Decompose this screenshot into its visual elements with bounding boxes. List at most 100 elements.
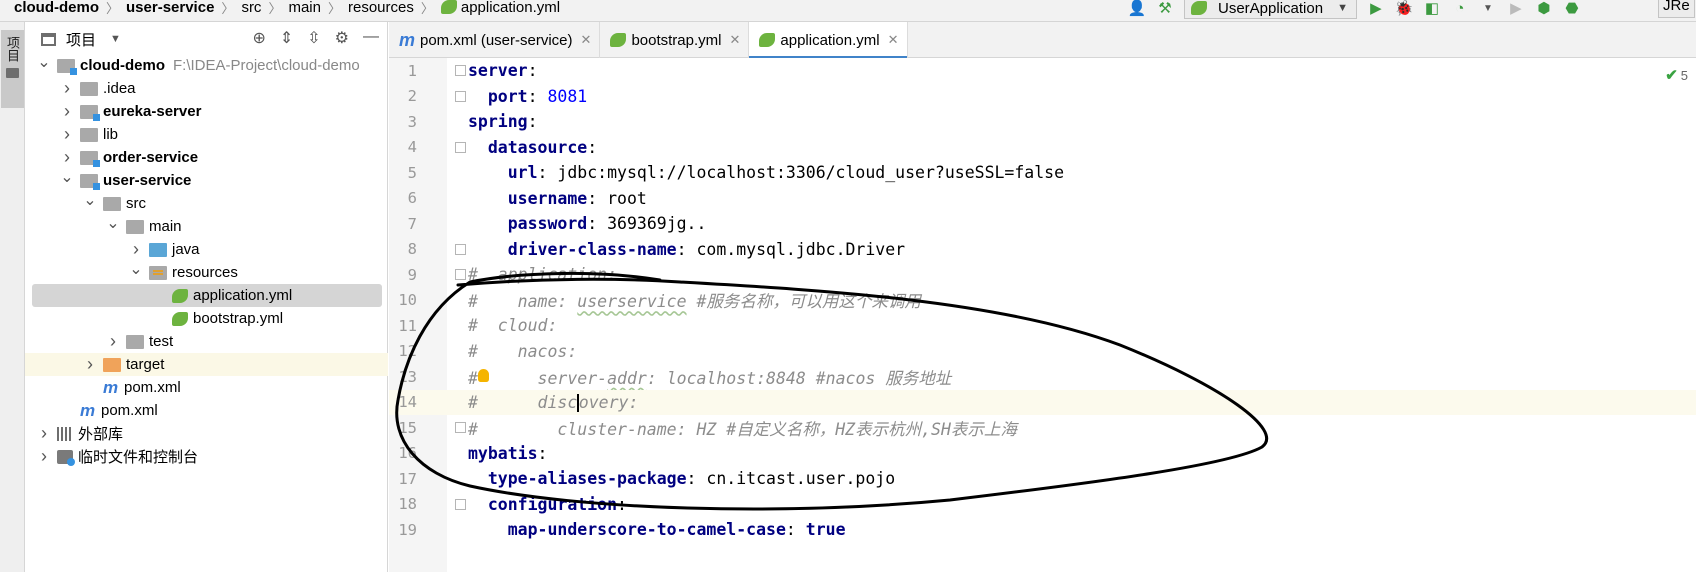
breadcrumb-item[interactable]: src	[241, 0, 261, 16]
tree-item-label: src	[126, 195, 146, 212]
tree-item[interactable]: ⌄ src	[25, 192, 388, 215]
tree-item[interactable]: › .idea	[25, 77, 388, 100]
code-line[interactable]: 2 port: 8081	[389, 84, 1696, 110]
tree-item[interactable]: › lib	[25, 123, 388, 146]
run-configuration-label: UserApplication	[1218, 0, 1324, 17]
chevron-right-icon[interactable]: ›	[129, 239, 143, 260]
code-line[interactable]: 9 # application:	[389, 262, 1696, 288]
coverage-icon[interactable]: ◧	[1423, 0, 1441, 17]
breadcrumb-item[interactable]: application.yml	[461, 0, 560, 16]
code-line[interactable]: 13 # server-addr: localhost:8848 #nacos 服…	[389, 364, 1696, 390]
code-line[interactable]: 5 url: jdbc:mysql://localhost:3306/cloud…	[389, 160, 1696, 186]
tree-item[interactable]: m pom.xml	[25, 376, 388, 399]
gear-icon[interactable]: ⚙	[335, 28, 349, 48]
expand-all-icon[interactable]: ⇕	[280, 28, 293, 48]
code-line[interactable]: 6 username: root	[389, 186, 1696, 212]
tree-item[interactable]: application.yml	[32, 284, 382, 307]
fold-marker-icon[interactable]	[455, 243, 466, 255]
fold-marker-icon[interactable]	[455, 90, 466, 102]
tree-item[interactable]: › java	[25, 238, 388, 261]
collapse-all-icon[interactable]: ⇳	[307, 28, 320, 48]
close-icon[interactable]: ✕	[888, 32, 899, 48]
hide-icon[interactable]: —	[363, 28, 379, 48]
code-line[interactable]: 1 server:	[389, 58, 1696, 84]
hammer-icon[interactable]: ⚒	[1156, 0, 1174, 17]
chevron-down-icon[interactable]: ⌄	[129, 259, 143, 279]
code-editor[interactable]: 1 server: 2 port: 8081 3 spring: 4 datasource…	[389, 58, 1696, 572]
tree-item[interactable]: ⌄ user-service	[25, 169, 388, 192]
close-icon[interactable]: ✕	[729, 32, 740, 48]
attach-debugger-icon[interactable]: ⬣	[1563, 0, 1581, 17]
fold-marker-icon[interactable]	[455, 65, 466, 77]
tree-item[interactable]: ⌄ resources	[25, 261, 388, 284]
code-line[interactable]: 15 # cluster-name: HZ #自定义名称，HZ表示杭州,SH表示上…	[389, 415, 1696, 441]
tree-item[interactable]: bootstrap.yml	[25, 307, 388, 330]
tree-item[interactable]: › target	[25, 353, 388, 376]
stop-icon[interactable]: ▶	[1507, 0, 1525, 17]
inspection-widget[interactable]: ✔ 5	[1665, 66, 1688, 84]
code-line[interactable]: 3 spring:	[389, 109, 1696, 135]
run-configuration-select[interactable]: UserApplication ▼	[1184, 0, 1357, 19]
yaml-value: : jdbc:mysql://localhost:3306/cloud_user…	[537, 163, 1065, 183]
code-line[interactable]: 17 type-aliases-package: cn.itcast.user.…	[389, 466, 1696, 492]
chevron-right-icon[interactable]: ›	[37, 423, 51, 444]
tree-item[interactable]: › test	[25, 330, 388, 353]
code-line[interactable]: 18 configuration:	[389, 492, 1696, 518]
chevron-down-icon[interactable]: ▼	[1479, 0, 1497, 17]
breadcrumb-item[interactable]: resources	[348, 0, 414, 16]
fold-marker-icon[interactable]	[455, 269, 466, 281]
yaml-comment: # nacos:	[468, 341, 578, 361]
chevron-right-icon[interactable]: ›	[60, 124, 74, 145]
debug-icon[interactable]: 🐞	[1395, 0, 1414, 17]
fold-marker-icon[interactable]	[455, 422, 466, 434]
chevron-down-icon[interactable]: ▼	[110, 33, 121, 45]
chevron-right-icon[interactable]: ›	[37, 446, 51, 467]
project-panel-title[interactable]: 项目	[66, 29, 96, 50]
tree-item[interactable]: › order-service	[25, 146, 388, 169]
chevron-right-icon[interactable]: ›	[60, 78, 74, 99]
tree-item[interactable]: › 外部库	[25, 422, 388, 445]
code-line[interactable]: 4 datasource:	[389, 135, 1696, 161]
breadcrumb-item[interactable]: user-service	[126, 0, 214, 16]
chevron-down-icon[interactable]: ⌄	[60, 167, 74, 187]
chevron-down-icon[interactable]: ⌄	[37, 52, 51, 72]
editor-tab-label: application.yml	[780, 31, 880, 49]
breadcrumb-item[interactable]: main	[288, 0, 321, 16]
user-icon[interactable]: 👤	[1128, 0, 1147, 17]
tree-item[interactable]: ⌄ cloud-demo F:\IDEA-Project\cloud-demo	[25, 54, 388, 77]
project-tool-tab[interactable]: 项目	[1, 30, 24, 108]
code-line[interactable]: 12 # nacos:	[389, 339, 1696, 365]
chevron-down-icon[interactable]: ⌄	[83, 190, 97, 210]
editor-tab[interactable]: bootstrap.yml ✕	[600, 22, 750, 58]
tree-item[interactable]: ⌄ main	[25, 215, 388, 238]
chevron-right-icon[interactable]: ›	[106, 331, 120, 352]
code-text: datasource:	[468, 138, 597, 157]
code-line[interactable]: 16 mybatis:	[389, 441, 1696, 467]
tree-item[interactable]: › 临时文件和控制台	[25, 445, 388, 468]
jre-button[interactable]: JRe	[1658, 0, 1695, 18]
tree-item[interactable]: › eureka-server	[25, 100, 388, 123]
editor-tab[interactable]: m pom.xml (user-service) ✕	[389, 22, 601, 58]
close-icon[interactable]: ✕	[581, 32, 592, 48]
build-project-icon[interactable]: ⬢	[1535, 0, 1553, 17]
code-line[interactable]: 10 # name: userservice #服务名称，可以用这个来调用	[389, 288, 1696, 314]
run-icon[interactable]: ▶	[1367, 0, 1385, 17]
chevron-down-icon[interactable]: ⌄	[106, 213, 120, 233]
breadcrumb-item[interactable]: cloud-demo	[14, 0, 99, 16]
chevron-right-icon[interactable]: ›	[60, 147, 74, 168]
locate-icon[interactable]: ⊕	[252, 28, 265, 48]
code-line[interactable]: 19 map-underscore-to-camel-case: true	[389, 517, 1696, 543]
code-line[interactable]: 8 driver-class-name: com.mysql.jdbc.Driv…	[389, 237, 1696, 263]
code-text: # server-addr: localhost:8848 #nacos 服务地…	[468, 365, 951, 389]
fold-marker-icon[interactable]	[455, 498, 466, 510]
code-line[interactable]: 7 password: 369369jg..	[389, 211, 1696, 237]
editor-tab[interactable]: application.yml ✕	[749, 22, 908, 59]
code-line[interactable]: 11 # cloud:	[389, 313, 1696, 339]
tree-item[interactable]: m pom.xml	[25, 399, 388, 422]
chevron-right-icon[interactable]: ›	[60, 101, 74, 122]
chevron-right-icon[interactable]: ›	[83, 354, 97, 375]
profile-icon[interactable]: ◔	[1451, 0, 1469, 17]
code-line[interactable]: 14 # discovery:	[389, 389, 1696, 415]
folder-icon	[126, 334, 144, 349]
fold-marker-icon[interactable]	[455, 141, 466, 153]
